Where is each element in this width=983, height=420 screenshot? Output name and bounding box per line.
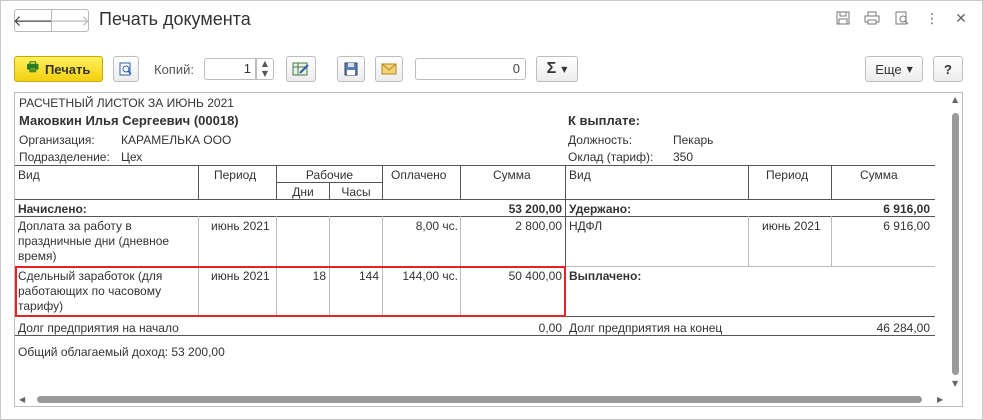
row1-right-period: июнь 2021: [762, 219, 821, 233]
copies-label: Копий:: [154, 62, 194, 77]
save-button[interactable]: [337, 56, 365, 82]
col-header-paid: Оплачено: [391, 168, 447, 182]
debt-end-label: Долг предприятия на конец: [569, 321, 723, 335]
accrued-total: 53 200,00: [508, 202, 562, 216]
col-header-sum-right: Сумма: [860, 168, 898, 182]
col-header-sum: Сумма: [493, 168, 531, 182]
sum-button[interactable]: Σ ▼: [536, 56, 578, 82]
col-header-hours: Часы: [341, 185, 371, 199]
preview-icon: [119, 62, 132, 76]
vertical-scroll-thumb[interactable]: [952, 113, 959, 375]
more-icon[interactable]: ⋮: [922, 11, 942, 27]
back-button[interactable]: 🡐: [12, 9, 54, 32]
withheld-label: Удержано:: [569, 202, 632, 216]
send-email-button[interactable]: [375, 56, 403, 82]
forward-button[interactable]: 🡒: [49, 9, 91, 32]
row1-sum: 2 800,00: [515, 219, 562, 233]
to-pay-label: К выплате:: [568, 113, 640, 128]
print-document-window: 🡐 🡒 Печать документа ⋮ ✕ 🖶 Печать Копий:…: [0, 0, 983, 420]
horizontal-scrollbar[interactable]: ◀ ▶: [15, 393, 949, 406]
preview-button[interactable]: [113, 56, 139, 82]
chevron-down-icon[interactable]: ▼: [257, 69, 273, 79]
payslip-heading: РАСЧЕТНЫЙ ЛИСТОК ЗА ИЮНЬ 2021: [19, 96, 234, 110]
scroll-left-icon[interactable]: ◀: [19, 395, 25, 404]
preview-icon[interactable]: [892, 11, 912, 29]
col-header-vid: Вид: [18, 168, 40, 182]
org-value: КАРАМЕЛЬКА ООО: [121, 133, 232, 147]
accrued-label: Начислено:: [18, 202, 87, 216]
position-value: Пекарь: [673, 133, 714, 147]
col-header-period: Период: [214, 168, 257, 182]
chevron-down-icon: ▼: [906, 64, 913, 74]
row1-paid: 8,00 чс.: [415, 219, 458, 233]
more-button-label: Еще: [875, 61, 902, 77]
copies-stepper[interactable]: ▲ ▼: [256, 58, 274, 80]
sigma-icon: Σ: [546, 60, 557, 77]
col-header-days: Дни: [292, 185, 314, 199]
arrow-left-icon: 🡐: [12, 12, 54, 30]
print-button[interactable]: 🖶 Печать: [14, 56, 103, 82]
dept-value: Цех: [121, 150, 143, 164]
help-button[interactable]: ?: [933, 56, 963, 82]
col-header-period-right: Период: [766, 168, 809, 182]
save-icon[interactable]: [833, 11, 853, 29]
row1-period: июнь 2021: [211, 219, 270, 233]
chevron-up-icon[interactable]: ▲: [257, 59, 273, 69]
vertical-scrollbar[interactable]: ▲ ▼: [949, 93, 962, 391]
row1-right-sum: 6 916,00: [883, 219, 930, 233]
paid-out-label: Выплачено:: [569, 269, 642, 283]
employee-name: Маковкин Илья Сергеевич (00018): [19, 113, 239, 128]
horizontal-scroll-thumb[interactable]: [37, 396, 922, 403]
chevron-down-icon: ▼: [561, 64, 568, 74]
scroll-down-icon[interactable]: ▼: [952, 379, 958, 388]
org-label: Организация:: [19, 133, 95, 147]
debt-start-value: 0,00: [538, 321, 562, 335]
floppy-icon: [344, 62, 358, 76]
position-label: Должность:: [568, 133, 633, 147]
row-highlight-frame: [15, 266, 566, 317]
help-icon: ?: [944, 61, 952, 77]
print-icon[interactable]: [862, 11, 882, 29]
row1-vid: Доплата за работу в праздничные дни (дне…: [18, 219, 170, 263]
printer-icon: 🖶: [26, 60, 39, 75]
scroll-right-icon[interactable]: ▶: [937, 395, 943, 404]
salary-value: 350: [673, 150, 694, 164]
more-button[interactable]: Еще ▼: [865, 56, 923, 82]
debt-end-value: 46 284,00: [876, 321, 930, 335]
envelope-icon: [381, 63, 397, 75]
arrow-right-icon: 🡒: [49, 12, 91, 30]
edit-table-icon: [292, 62, 309, 76]
taxable-income: Общий облагаемый доход: 53 200,00: [18, 345, 225, 359]
col-header-vid-right: Вид: [569, 168, 591, 182]
copies-input[interactable]: 1: [204, 58, 256, 80]
debt-start-label: Долг предприятия на начало: [18, 321, 179, 335]
scroll-up-icon[interactable]: ▲: [952, 95, 958, 104]
dept-label: Подразделение:: [19, 150, 110, 164]
edit-button[interactable]: [286, 56, 316, 82]
withheld-total: 6 916,00: [883, 202, 930, 216]
sum-field[interactable]: 0: [415, 58, 526, 80]
window-title: Печать документа: [99, 9, 251, 29]
row1-right-vid: НДФЛ: [569, 219, 603, 233]
salary-label: Оклад (тариф):: [568, 150, 654, 164]
print-button-label: Печать: [44, 61, 91, 77]
close-icon[interactable]: ✕: [951, 11, 971, 27]
col-header-work: Рабочие: [305, 168, 354, 182]
